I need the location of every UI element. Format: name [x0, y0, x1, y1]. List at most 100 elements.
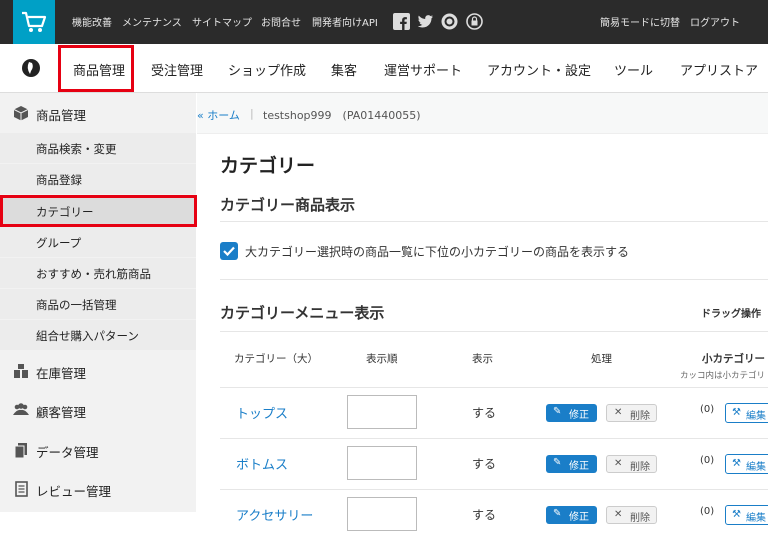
link-maintenance[interactable]: メンテナンス: [122, 14, 182, 29]
sidebar-group-label: データ管理: [36, 445, 99, 460]
blog-icon[interactable]: [441, 13, 458, 30]
breadcrumb: « ホーム | testshop999 (PA01440055): [197, 93, 768, 134]
check-icon: [223, 246, 235, 257]
nav-operation-support[interactable]: 運営サポート: [384, 60, 462, 79]
subcategory-count: (0): [700, 455, 715, 466]
sidebar-group-customer[interactable]: 顧客管理: [0, 392, 196, 428]
sidebar-group-review[interactable]: レビュー管理: [0, 471, 196, 507]
edit-button-label: 修正: [569, 512, 589, 523]
link-improvements[interactable]: 機能改善: [72, 14, 112, 29]
sidebar-item-label: おすすめ・売れ筋商品: [36, 267, 151, 281]
column-header-category: カテゴリー（大）: [234, 353, 318, 365]
section-title-category-products: カテゴリー商品表示: [220, 196, 356, 214]
cart-logo[interactable]: [13, 0, 55, 44]
breadcrumb-shop: testshop999 (PA01440055): [263, 109, 421, 122]
box-icon: [13, 106, 29, 121]
sidebar-group-inventory[interactable]: 在庫管理: [0, 353, 196, 389]
warehouse-icon: [14, 364, 28, 378]
drag-operation-label: ドラッグ操作: [701, 309, 761, 320]
nav-tools[interactable]: ツール: [614, 60, 653, 79]
sidebar-item-combo-pattern[interactable]: 組合せ購入パターン: [0, 320, 196, 350]
sidebar-highlight-frame: [0, 195, 197, 227]
column-header-action: 処理: [591, 353, 612, 365]
edit-subcategory-label: 編集: [746, 513, 766, 524]
sidebar-item-product-register[interactable]: 商品登録: [0, 164, 196, 194]
nav-account-settings[interactable]: アカウント・設定: [487, 60, 591, 79]
table-row: ボトムス する ✎ 修正 ✕ 削除 (0) ⚒ 編集: [220, 438, 768, 490]
edit-subcategory-label: 編集: [746, 411, 766, 422]
wrench-icon: ⚒: [732, 407, 741, 418]
page-title: カテゴリー: [220, 155, 316, 177]
show-subcategory-label[interactable]: 大カテゴリー選択時の商品一覧に下位の小カテゴリーの商品を表示する: [245, 243, 629, 260]
table-row: トップス する ✎ 修正 ✕ 削除 (0) ⚒ 編集: [220, 387, 768, 439]
cart-icon: [22, 11, 47, 32]
sidebar-item-label: 商品登録: [36, 173, 82, 187]
document-icon: [15, 481, 28, 497]
column-header-display: 表示: [472, 353, 493, 365]
edit-subcategory-button[interactable]: ⚒ 編集: [725, 454, 768, 474]
delete-button[interactable]: ✕ 削除: [606, 404, 657, 422]
edit-subcategory-button[interactable]: ⚒ 編集: [725, 505, 768, 525]
sidebar-item-label: グループ: [36, 236, 82, 250]
section-title-category-menu: カテゴリーメニュー表示: [220, 304, 385, 322]
edit-subcategory-button[interactable]: ⚒ 編集: [725, 403, 768, 423]
delete-button-label: 削除: [630, 513, 650, 524]
delete-button[interactable]: ✕ 削除: [606, 506, 657, 524]
nav-app-store[interactable]: アプリストア: [680, 60, 758, 79]
sidebar-item-bulk[interactable]: 商品の一括管理: [0, 289, 196, 319]
top-bar: 機能改善 メンテナンス サイトマップ お問合せ 開発者向けAPI 簡易モードに切…: [0, 0, 768, 44]
link-contact[interactable]: お問合せ: [261, 14, 301, 29]
show-subcategory-checkbox[interactable]: [220, 242, 238, 260]
edit-subcategory-label: 編集: [746, 462, 766, 473]
order-input[interactable]: [347, 446, 417, 480]
sidebar-item-recommended[interactable]: おすすめ・売れ筋商品: [0, 258, 196, 288]
twitter-icon[interactable]: [417, 13, 434, 30]
edit-button-label: 修正: [569, 461, 589, 472]
nav-shop-creation[interactable]: ショップ作成: [228, 60, 306, 79]
sidebar: 商品管理 商品検索・変更 商品登録 カテゴリー グループ おすすめ・売れ筋商品 …: [0, 93, 196, 512]
close-icon: ✕: [614, 407, 623, 418]
sidebar-item-product-search[interactable]: 商品検索・変更: [0, 133, 196, 163]
sidebar-item-label: 組合せ購入パターン: [36, 329, 139, 343]
divider: [220, 279, 768, 280]
main-content: « ホーム | testshop999 (PA01440055) カテゴリー カ…: [197, 93, 768, 531]
link-simple-mode[interactable]: 簡易モードに切替: [600, 14, 680, 29]
support-icon[interactable]: [466, 13, 483, 30]
close-icon: ✕: [614, 458, 623, 469]
divider: [220, 221, 768, 222]
sidebar-item-group[interactable]: グループ: [0, 227, 196, 257]
sidebar-group-label: レビュー管理: [36, 484, 112, 499]
order-input[interactable]: [347, 497, 417, 531]
edit-icon: ✎: [553, 406, 562, 417]
column-header-subcategory: 小カテゴリー: [702, 353, 765, 365]
shop-logo-icon[interactable]: [21, 58, 41, 78]
breadcrumb-home[interactable]: « ホーム: [197, 107, 240, 123]
category-link[interactable]: アクセサリー: [236, 505, 313, 524]
edit-button[interactable]: ✎ 修正: [546, 455, 597, 473]
delete-button[interactable]: ✕ 削除: [606, 455, 657, 473]
nav-order-management[interactable]: 受注管理: [151, 60, 203, 79]
sidebar-item-label: 商品の一括管理: [36, 298, 117, 312]
sidebar-group-product[interactable]: 商品管理: [0, 95, 196, 131]
edit-button[interactable]: ✎ 修正: [546, 506, 597, 524]
edit-button[interactable]: ✎ 修正: [546, 404, 597, 422]
files-icon: [14, 443, 27, 459]
breadcrumb-separator: |: [250, 107, 254, 120]
sidebar-group-data[interactable]: データ管理: [0, 432, 196, 468]
wrench-icon: ⚒: [732, 509, 741, 520]
category-link[interactable]: ボトムス: [236, 454, 288, 473]
sidebar-item-label: 商品検索・変更: [36, 142, 117, 156]
category-link[interactable]: トップス: [236, 403, 288, 422]
link-sitemap[interactable]: サイトマップ: [192, 14, 252, 29]
column-header-subcategory-note: カッコ内は小カテゴリ: [680, 371, 766, 381]
nav-highlight-frame: [58, 45, 134, 92]
nav-marketing[interactable]: 集客: [331, 60, 357, 79]
facebook-icon[interactable]: [393, 13, 410, 30]
display-value: する: [472, 508, 497, 522]
order-input[interactable]: [347, 395, 417, 429]
sidebar-group-label: 商品管理: [36, 108, 87, 123]
link-logout[interactable]: ログアウト: [690, 14, 740, 29]
users-icon: [13, 403, 29, 415]
display-value: する: [472, 406, 497, 420]
link-developer-api[interactable]: 開発者向けAPI: [312, 14, 378, 29]
